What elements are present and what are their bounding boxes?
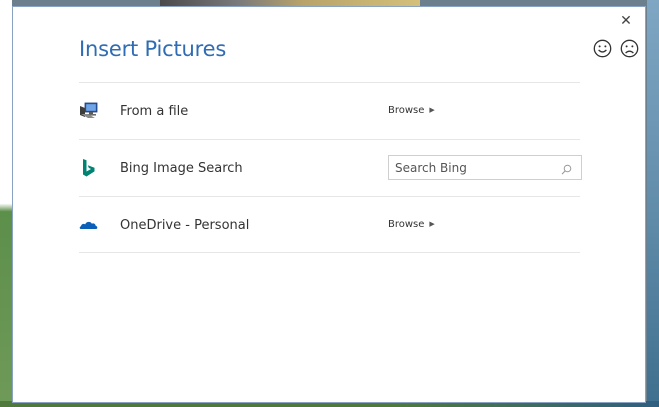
- source-row-from-file: From a file Browse ▶: [79, 82, 580, 139]
- chevron-right-icon: ▶: [429, 106, 435, 114]
- source-label: OneDrive - Personal: [120, 218, 250, 233]
- feedback-buttons: [593, 39, 639, 58]
- bing-icon: [79, 159, 99, 177]
- chevron-right-icon: ▶: [429, 220, 435, 228]
- bing-search-box: [388, 155, 582, 180]
- source-row-onedrive: OneDrive - Personal Browse ▶: [79, 196, 580, 253]
- source-label: From a file: [120, 104, 189, 119]
- computer-icon: [79, 102, 99, 120]
- close-button[interactable]: ✕: [618, 12, 634, 28]
- source-label: Bing Image Search: [120, 161, 243, 176]
- picture-source-list: From a file Browse ▶ Bing Image Search S…: [79, 82, 582, 253]
- background-window-edge-left: [0, 0, 12, 407]
- smile-icon[interactable]: [593, 39, 612, 58]
- dialog-title: Insert Pictures: [79, 37, 227, 61]
- frown-icon[interactable]: [620, 39, 639, 58]
- onedrive-icon: [79, 216, 99, 234]
- bing-search-input[interactable]: [389, 156, 560, 179]
- browse-files-link[interactable]: Browse ▶: [388, 105, 435, 116]
- source-row-bing: Bing Image Search: [79, 139, 582, 196]
- background-window-edge-right: [647, 0, 659, 407]
- browse-label: Browse: [388, 105, 425, 116]
- insert-pictures-dialog: ✕ Insert Pictures From a file Browse ▶ B…: [12, 6, 646, 403]
- browse-onedrive-link[interactable]: Browse ▶: [388, 219, 435, 230]
- browse-label: Browse: [388, 219, 425, 230]
- search-icon[interactable]: [561, 162, 572, 175]
